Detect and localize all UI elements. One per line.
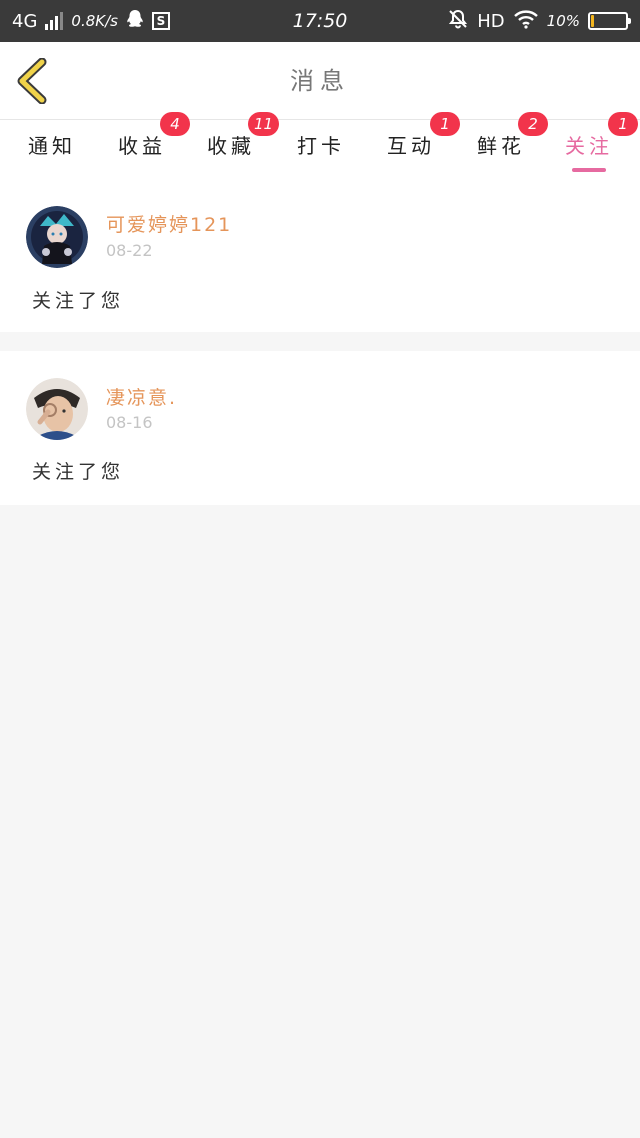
status-bar: 4G 0.8K/s S 17:50 HD 10% bbox=[0, 0, 640, 42]
message-date: 08-16 bbox=[106, 413, 153, 432]
tab-badge: 4 bbox=[160, 112, 190, 136]
tab-badge: 2 bbox=[518, 112, 548, 136]
username[interactable]: 可爱婷婷121 bbox=[106, 210, 232, 237]
tab-bar: 通知 收益 4 收藏 11 打卡 互动 1 鲜花 2 关注 1 bbox=[0, 112, 640, 180]
tab-badge: 1 bbox=[608, 112, 638, 136]
status-right: HD 10% bbox=[447, 0, 631, 42]
tab-label: 通知 bbox=[28, 134, 76, 158]
tab-label: 打卡 bbox=[297, 134, 345, 158]
message-text: 关注了您 bbox=[32, 290, 125, 312]
tab-favorites[interactable]: 收藏 11 bbox=[191, 112, 280, 180]
battery-icon bbox=[588, 12, 631, 30]
hd-label: HD bbox=[477, 10, 505, 32]
tab-follows[interactable]: 关注 1 bbox=[549, 112, 638, 180]
avatar[interactable] bbox=[26, 378, 88, 440]
mute-bell-icon bbox=[447, 8, 469, 35]
tab-interactions[interactable]: 互动 1 bbox=[371, 112, 460, 180]
username[interactable]: 凄凉意. bbox=[106, 383, 177, 410]
tab-flowers[interactable]: 鲜花 2 bbox=[461, 112, 548, 180]
avatar[interactable] bbox=[26, 206, 88, 268]
app-header: 消息 bbox=[0, 42, 640, 120]
list-item[interactable]: 可爱婷婷121 08-22 关注了您 bbox=[0, 180, 640, 332]
page-title: 消息 bbox=[290, 67, 350, 95]
active-tab-indicator bbox=[572, 168, 606, 172]
battery-fill bbox=[591, 15, 594, 27]
tab-badge: 11 bbox=[248, 112, 280, 136]
wifi-icon bbox=[513, 9, 539, 34]
tab-checkin[interactable]: 打卡 bbox=[281, 120, 361, 180]
message-text: 关注了您 bbox=[32, 461, 125, 483]
tab-notifications[interactable]: 通知 bbox=[12, 120, 92, 180]
battery-percent: 10% bbox=[546, 12, 580, 30]
message-date: 08-22 bbox=[106, 241, 153, 260]
list-item[interactable]: 凄凉意. 08-16 关注了您 bbox=[0, 351, 640, 505]
tab-earnings[interactable]: 收益 4 bbox=[102, 112, 190, 180]
tab-badge: 1 bbox=[430, 112, 460, 136]
